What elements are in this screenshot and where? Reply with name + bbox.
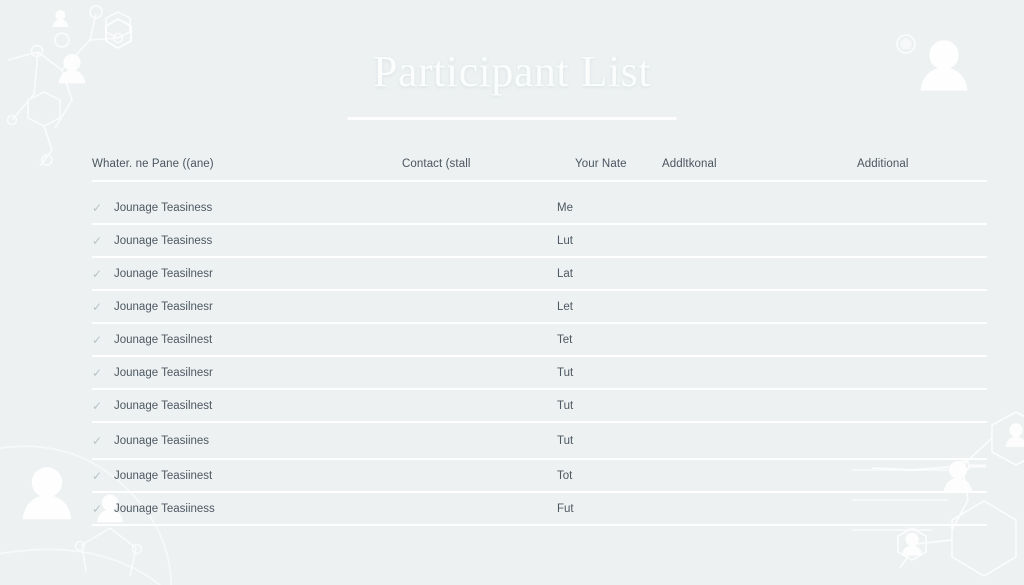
- cell-name: ✓ Jounage Teasiiness: [92, 492, 402, 526]
- cell-additional-1: [662, 192, 857, 225]
- cell-contact: [402, 459, 557, 493]
- participant-name-label: Jounage Teasiness: [114, 234, 213, 247]
- participant-table: Whater. ne Pane ((ane) Contact (stall Yo…: [92, 158, 987, 526]
- cell-your-nate: Me: [557, 192, 662, 225]
- table-row[interactable]: ✓ Jounage Teasiiness Fut: [92, 492, 987, 526]
- cell-additional-1: [662, 323, 857, 357]
- column-header-your-nate-label: Your Nate: [557, 158, 662, 182]
- cell-name: ✓ Jounage Teasilnest: [92, 389, 402, 423]
- column-header-additional-2[interactable]: Additional: [857, 158, 987, 192]
- cell-name: ✓ Jounage Teasiines: [92, 422, 402, 460]
- cell-contact: [402, 389, 557, 423]
- participant-table-container: Whater. ne Pane ((ane) Contact (stall Yo…: [92, 158, 987, 526]
- cell-additional-2: [857, 323, 987, 357]
- participant-name-label: Jounage Teasiines: [114, 434, 210, 447]
- cell-your-nate: Tut: [557, 356, 662, 390]
- column-header-contact[interactable]: Contact (stall: [402, 158, 557, 192]
- participant-name-label: Jounage Teasiiness: [114, 502, 215, 515]
- table-row[interactable]: ✓ Jounage Teasilnest Tut: [92, 389, 987, 423]
- cell-contact: [402, 422, 557, 460]
- cell-additional-1: [662, 257, 857, 291]
- check-icon[interactable]: ✓: [92, 367, 103, 379]
- table-row[interactable]: ✓ Jounage Teasilnesr Lat: [92, 257, 987, 291]
- column-header-your-nate[interactable]: Your Nate: [557, 158, 662, 192]
- participant-name-label: Jounage Teasilnesr: [114, 267, 213, 280]
- cell-additional-2: [857, 257, 987, 291]
- cell-additional-1: [662, 422, 857, 460]
- cell-your-nate: Lut: [557, 224, 662, 258]
- table-header: Whater. ne Pane ((ane) Contact (stall Yo…: [92, 158, 987, 192]
- cell-additional-2: [857, 492, 987, 526]
- table-header-row: Whater. ne Pane ((ane) Contact (stall Yo…: [92, 158, 987, 192]
- cell-name: ✓ Jounage Teasiinest: [92, 459, 402, 493]
- table-body: ✓ Jounage Teasiness Me ✓ Jounage Teasiness Lu…: [92, 192, 987, 526]
- cell-contact: [402, 492, 557, 526]
- cell-contact: [402, 323, 557, 357]
- cell-your-nate: Tut: [557, 422, 662, 460]
- table-row[interactable]: ✓ Jounage Teasiines Tut: [92, 422, 987, 460]
- cell-additional-2: [857, 356, 987, 390]
- participant-name-label: Jounage Teasilnest: [114, 399, 213, 412]
- title-block: Participant List: [0, 44, 1024, 120]
- column-header-additional-2-label: Additional: [857, 158, 987, 182]
- table-row[interactable]: ✓ Jounage Teasilnesr Let: [92, 290, 987, 324]
- cell-additional-2: [857, 192, 987, 225]
- check-icon[interactable]: ✓: [92, 202, 103, 214]
- participant-name-label: Jounage Teasiness: [114, 201, 213, 214]
- table-row[interactable]: ✓ Jounage Teasilnest Tet: [92, 323, 987, 357]
- column-header-additional-1-label: Addltkonal: [662, 158, 857, 182]
- check-icon[interactable]: ✓: [92, 503, 103, 515]
- column-header-name-label: Whater. ne Pane ((ane): [92, 158, 402, 182]
- participant-name-label: Jounage Teasilnest: [114, 333, 213, 346]
- table-row[interactable]: ✓ Jounage Teasiinest Tot: [92, 459, 987, 493]
- table-row[interactable]: ✓ Jounage Teasilnesr Tut: [92, 356, 987, 390]
- cell-name: ✓ Jounage Teasilnest: [92, 323, 402, 357]
- participant-name-label: Jounage Teasiinest: [114, 469, 213, 482]
- cell-additional-1: [662, 290, 857, 324]
- participant-name-label: Jounage Teasilnesr: [114, 300, 213, 313]
- table-row[interactable]: ✓ Jounage Teasiness Lut: [92, 224, 987, 258]
- cell-additional-2: [857, 224, 987, 258]
- participant-name-label: Jounage Teasilnesr: [114, 366, 213, 379]
- cell-your-nate: Let: [557, 290, 662, 324]
- check-icon[interactable]: ✓: [92, 301, 103, 313]
- cell-additional-2: [857, 389, 987, 423]
- check-icon[interactable]: ✓: [92, 400, 103, 412]
- cell-name: ✓ Jounage Teasiness: [92, 224, 402, 258]
- cell-your-nate: Tut: [557, 389, 662, 423]
- check-icon[interactable]: ✓: [92, 268, 103, 280]
- cell-contact: [402, 224, 557, 258]
- cell-additional-1: [662, 356, 857, 390]
- table-row[interactable]: ✓ Jounage Teasiness Me: [92, 192, 987, 225]
- cell-your-nate: Fut: [557, 492, 662, 526]
- cell-name: ✓ Jounage Teasilnesr: [92, 356, 402, 390]
- decor-bottom-left-network: [74, 527, 143, 577]
- check-icon[interactable]: ✓: [92, 334, 103, 346]
- cell-additional-2: [857, 422, 987, 460]
- column-header-name[interactable]: Whater. ne Pane ((ane): [92, 158, 402, 192]
- cell-additional-1: [662, 492, 857, 526]
- cell-contact: [402, 192, 557, 225]
- cell-additional-1: [662, 459, 857, 493]
- cell-name: ✓ Jounage Teasilnesr: [92, 290, 402, 324]
- column-header-contact-label: Contact (stall: [402, 158, 557, 182]
- cell-your-nate: Tot: [557, 459, 662, 493]
- cell-contact: [402, 257, 557, 291]
- column-header-additional-1[interactable]: Addltkonal: [662, 158, 857, 192]
- cell-additional-1: [662, 224, 857, 258]
- cell-contact: [402, 290, 557, 324]
- check-icon[interactable]: ✓: [92, 435, 103, 447]
- cell-additional-2: [857, 459, 987, 493]
- cell-additional-2: [857, 290, 987, 324]
- title-underline-rule: [347, 117, 677, 120]
- cell-name: ✓ Jounage Teasilnesr: [92, 257, 402, 291]
- cell-contact: [402, 356, 557, 390]
- page-title: Participant List: [372, 47, 652, 96]
- check-icon[interactable]: ✓: [92, 470, 103, 482]
- cell-your-nate: Tet: [557, 323, 662, 357]
- cell-your-nate: Lat: [557, 257, 662, 291]
- cell-additional-1: [662, 389, 857, 423]
- cell-name: ✓ Jounage Teasiness: [92, 192, 402, 225]
- check-icon[interactable]: ✓: [92, 235, 103, 247]
